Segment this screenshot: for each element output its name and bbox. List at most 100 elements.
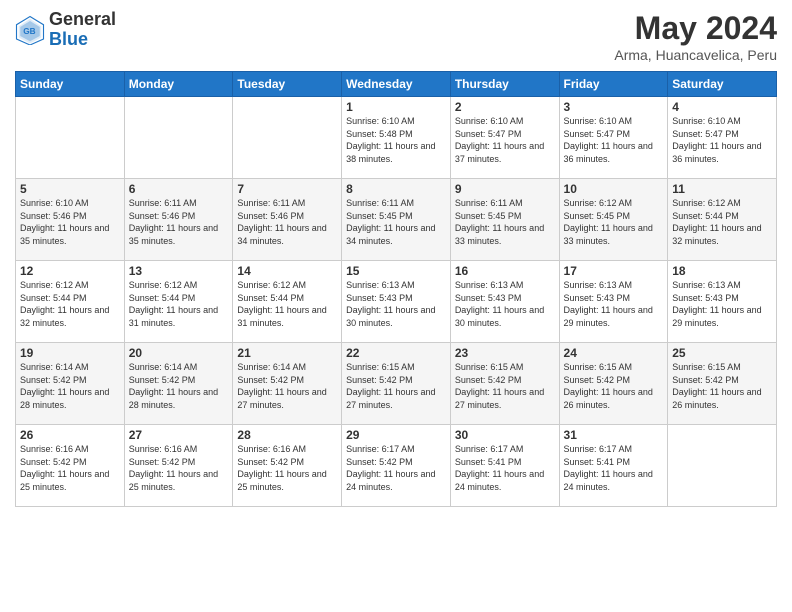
day-info: Sunrise: 6:11 AMSunset: 5:45 PMDaylight:… bbox=[455, 197, 555, 247]
weekday-header-thursday: Thursday bbox=[450, 72, 559, 97]
calendar-body: 1Sunrise: 6:10 AMSunset: 5:48 PMDaylight… bbox=[16, 97, 777, 507]
day-number: 13 bbox=[129, 264, 229, 278]
calendar-week-2: 5Sunrise: 6:10 AMSunset: 5:46 PMDaylight… bbox=[16, 179, 777, 261]
day-info: Sunrise: 6:14 AMSunset: 5:42 PMDaylight:… bbox=[237, 361, 337, 411]
day-number: 26 bbox=[20, 428, 120, 442]
day-number: 15 bbox=[346, 264, 446, 278]
calendar-cell: 21Sunrise: 6:14 AMSunset: 5:42 PMDayligh… bbox=[233, 343, 342, 425]
calendar-cell: 8Sunrise: 6:11 AMSunset: 5:45 PMDaylight… bbox=[342, 179, 451, 261]
calendar-cell bbox=[16, 97, 125, 179]
day-number: 24 bbox=[564, 346, 664, 360]
calendar-cell: 22Sunrise: 6:15 AMSunset: 5:42 PMDayligh… bbox=[342, 343, 451, 425]
day-info: Sunrise: 6:11 AMSunset: 5:46 PMDaylight:… bbox=[237, 197, 337, 247]
day-number: 1 bbox=[346, 100, 446, 114]
calendar-cell: 26Sunrise: 6:16 AMSunset: 5:42 PMDayligh… bbox=[16, 425, 125, 507]
title-area: May 2024 Arma, Huancavelica, Peru bbox=[614, 10, 777, 63]
weekday-header-monday: Monday bbox=[124, 72, 233, 97]
day-info: Sunrise: 6:15 AMSunset: 5:42 PMDaylight:… bbox=[346, 361, 446, 411]
calendar-cell: 30Sunrise: 6:17 AMSunset: 5:41 PMDayligh… bbox=[450, 425, 559, 507]
day-info: Sunrise: 6:13 AMSunset: 5:43 PMDaylight:… bbox=[346, 279, 446, 329]
day-number: 28 bbox=[237, 428, 337, 442]
day-number: 29 bbox=[346, 428, 446, 442]
day-info: Sunrise: 6:12 AMSunset: 5:44 PMDaylight:… bbox=[672, 197, 772, 247]
calendar-cell bbox=[668, 425, 777, 507]
calendar-cell bbox=[124, 97, 233, 179]
day-info: Sunrise: 6:17 AMSunset: 5:42 PMDaylight:… bbox=[346, 443, 446, 493]
calendar-week-3: 12Sunrise: 6:12 AMSunset: 5:44 PMDayligh… bbox=[16, 261, 777, 343]
weekday-header-sunday: Sunday bbox=[16, 72, 125, 97]
day-info: Sunrise: 6:15 AMSunset: 5:42 PMDaylight:… bbox=[672, 361, 772, 411]
calendar-week-4: 19 Sunrise: 6:14 AMSunset: 5:42 PMDayligh… bbox=[16, 343, 777, 425]
logo-blue-text: Blue bbox=[49, 30, 116, 50]
calendar-cell bbox=[233, 97, 342, 179]
day-info: Sunrise: 6:13 AMSunset: 5:43 PMDaylight:… bbox=[564, 279, 664, 329]
calendar-cell: 23Sunrise: 6:15 AMSunset: 5:42 PMDayligh… bbox=[450, 343, 559, 425]
day-number: 16 bbox=[455, 264, 555, 278]
calendar-cell: 10Sunrise: 6:12 AMSunset: 5:45 PMDayligh… bbox=[559, 179, 668, 261]
calendar-cell: 5Sunrise: 6:10 AMSunset: 5:46 PMDaylight… bbox=[16, 179, 125, 261]
day-info: Sunrise: 6:10 AMSunset: 5:48 PMDaylight:… bbox=[346, 115, 446, 165]
calendar-cell: 31Sunrise: 6:17 AMSunset: 5:41 PMDayligh… bbox=[559, 425, 668, 507]
calendar-week-1: 1Sunrise: 6:10 AMSunset: 5:48 PMDaylight… bbox=[16, 97, 777, 179]
day-info: Sunrise: 6:12 AMSunset: 5:45 PMDaylight:… bbox=[564, 197, 664, 247]
calendar-cell: 25Sunrise: 6:15 AMSunset: 5:42 PMDayligh… bbox=[668, 343, 777, 425]
day-info: Sunrise: 6:10 AMSunset: 5:47 PMDaylight:… bbox=[672, 115, 772, 165]
day-number: 4 bbox=[672, 100, 772, 114]
day-info: Sunrise: 6:13 AMSunset: 5:43 PMDaylight:… bbox=[672, 279, 772, 329]
calendar-cell: 19Sunrise: 6:14 AMSunset: 5:42 PMDayligh… bbox=[16, 343, 125, 425]
day-number: 20 bbox=[129, 346, 229, 360]
calendar-cell: 24Sunrise: 6:15 AMSunset: 5:42 PMDayligh… bbox=[559, 343, 668, 425]
calendar-cell: 29Sunrise: 6:17 AMSunset: 5:42 PMDayligh… bbox=[342, 425, 451, 507]
calendar-cell: 20Sunrise: 6:14 AMSunset: 5:42 PMDayligh… bbox=[124, 343, 233, 425]
day-number: 25 bbox=[672, 346, 772, 360]
day-number: 19 bbox=[20, 346, 120, 360]
day-number: 22 bbox=[346, 346, 446, 360]
day-info: Sunrise: 6:11 AMSunset: 5:46 PMDaylight:… bbox=[129, 197, 229, 247]
logo-general-text: General bbox=[49, 10, 116, 30]
day-info: Sunrise: 6:14 AMSunset: 5:42 PMDaylight:… bbox=[129, 361, 229, 411]
calendar-cell: 12Sunrise: 6:12 AMSunset: 5:44 PMDayligh… bbox=[16, 261, 125, 343]
day-info: Sunrise: 6:10 AMSunset: 5:47 PMDaylight:… bbox=[455, 115, 555, 165]
calendar-header: SundayMondayTuesdayWednesdayThursdayFrid… bbox=[16, 72, 777, 97]
logo-text: General Blue bbox=[49, 10, 116, 50]
day-info: Sunrise: 6:12 AMSunset: 5:44 PMDaylight:… bbox=[20, 279, 120, 329]
day-number: 10 bbox=[564, 182, 664, 196]
day-info: Sunrise: 6:10 AMSunset: 5:47 PMDaylight:… bbox=[564, 115, 664, 165]
day-info: Sunrise: 6:16 AMSunset: 5:42 PMDaylight:… bbox=[237, 443, 337, 493]
calendar-cell: 27Sunrise: 6:16 AMSunset: 5:42 PMDayligh… bbox=[124, 425, 233, 507]
weekday-header-saturday: Saturday bbox=[668, 72, 777, 97]
day-number: 7 bbox=[237, 182, 337, 196]
day-info: Sunrise: 6:17 AMSunset: 5:41 PMDaylight:… bbox=[564, 443, 664, 493]
weekday-row: SundayMondayTuesdayWednesdayThursdayFrid… bbox=[16, 72, 777, 97]
calendar-table: SundayMondayTuesdayWednesdayThursdayFrid… bbox=[15, 71, 777, 507]
calendar-cell: 6Sunrise: 6:11 AMSunset: 5:46 PMDaylight… bbox=[124, 179, 233, 261]
svg-text:GB: GB bbox=[23, 27, 35, 36]
day-number: 23 bbox=[455, 346, 555, 360]
calendar-cell: 13Sunrise: 6:12 AMSunset: 5:44 PMDayligh… bbox=[124, 261, 233, 343]
calendar-cell: 11Sunrise: 6:12 AMSunset: 5:44 PMDayligh… bbox=[668, 179, 777, 261]
day-number: 5 bbox=[20, 182, 120, 196]
calendar-cell: 9Sunrise: 6:11 AMSunset: 5:45 PMDaylight… bbox=[450, 179, 559, 261]
calendar-cell: 15Sunrise: 6:13 AMSunset: 5:43 PMDayligh… bbox=[342, 261, 451, 343]
month-title: May 2024 bbox=[614, 10, 777, 47]
day-info: Sunrise: 6:12 AMSunset: 5:44 PMDaylight:… bbox=[237, 279, 337, 329]
calendar-cell: 16Sunrise: 6:13 AMSunset: 5:43 PMDayligh… bbox=[450, 261, 559, 343]
weekday-header-wednesday: Wednesday bbox=[342, 72, 451, 97]
day-number: 18 bbox=[672, 264, 772, 278]
calendar-cell: 18Sunrise: 6:13 AMSunset: 5:43 PMDayligh… bbox=[668, 261, 777, 343]
calendar-cell: 14Sunrise: 6:12 AMSunset: 5:44 PMDayligh… bbox=[233, 261, 342, 343]
day-number: 6 bbox=[129, 182, 229, 196]
day-info: Sunrise: 6:16 AMSunset: 5:42 PMDaylight:… bbox=[20, 443, 120, 493]
logo: GB General Blue bbox=[15, 10, 116, 50]
day-info: Sunrise: 6:16 AMSunset: 5:42 PMDaylight:… bbox=[129, 443, 229, 493]
calendar-cell: 17Sunrise: 6:13 AMSunset: 5:43 PMDayligh… bbox=[559, 261, 668, 343]
header: GB General Blue May 2024 Arma, Huancavel… bbox=[15, 10, 777, 63]
day-number: 12 bbox=[20, 264, 120, 278]
day-info: Sunrise: 6:13 AMSunset: 5:43 PMDaylight:… bbox=[455, 279, 555, 329]
logo-icon: GB bbox=[15, 15, 45, 45]
calendar-cell: 7Sunrise: 6:11 AMSunset: 5:46 PMDaylight… bbox=[233, 179, 342, 261]
day-number: 21 bbox=[237, 346, 337, 360]
day-number: 14 bbox=[237, 264, 337, 278]
day-info: Sunrise: 6:10 AMSunset: 5:46 PMDaylight:… bbox=[20, 197, 120, 247]
day-number: 17 bbox=[564, 264, 664, 278]
